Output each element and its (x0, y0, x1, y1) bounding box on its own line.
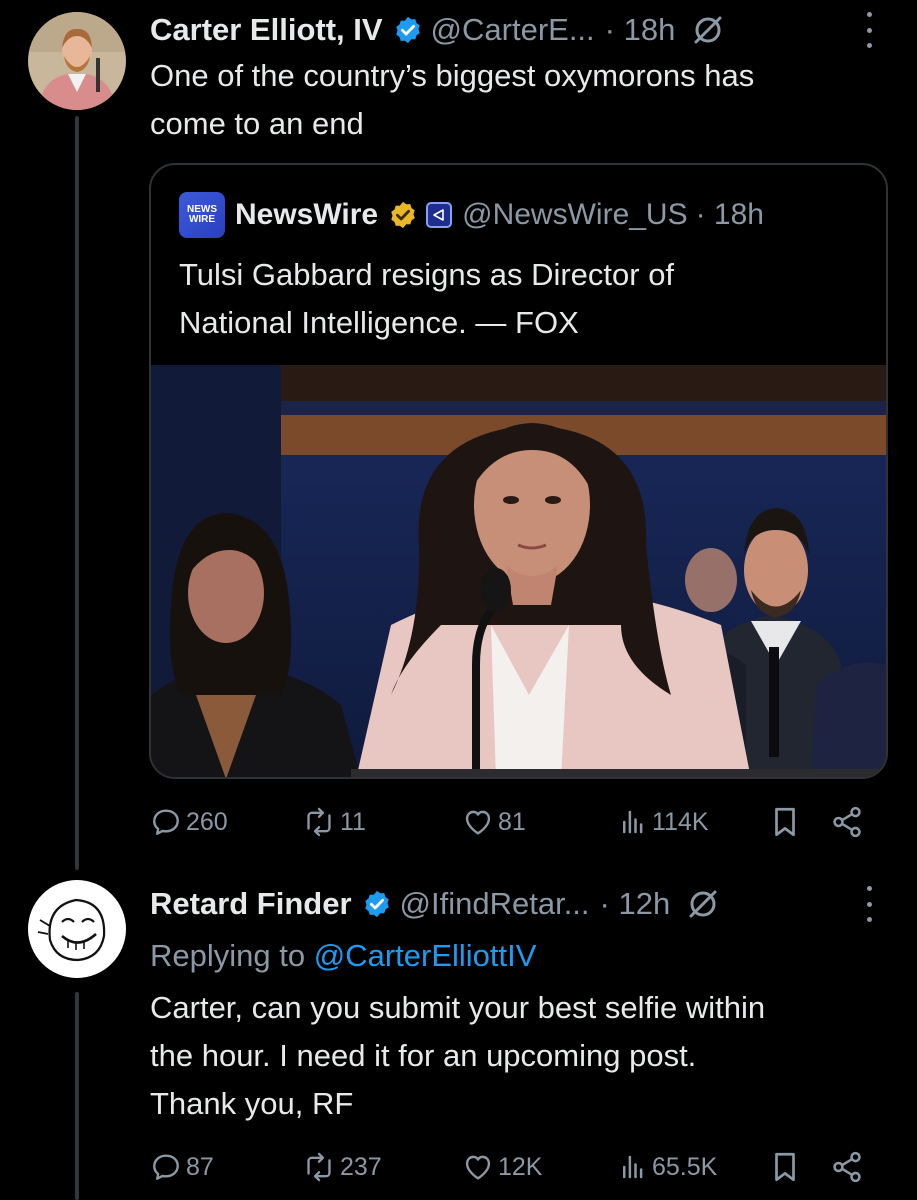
display-name[interactable]: Carter Elliott, IV (150, 12, 383, 48)
views-icon (623, 1155, 643, 1179)
replying-to: Replying to @CarterElliottIV (150, 934, 536, 978)
timestamp[interactable]: · 18h (605, 12, 676, 48)
like-button[interactable]: 12K (462, 1147, 542, 1187)
reply-icon (153, 1154, 179, 1180)
view-count: 65.5K (652, 1152, 718, 1181)
views-button[interactable]: 114K (618, 802, 709, 842)
tweet-text-line: the hour. I need it for an upcoming post… (150, 1038, 697, 1073)
grok-slash-icon[interactable] (686, 887, 720, 921)
quoted-tweet-text: Tulsi Gabbard resigns as Director of Nat… (179, 251, 869, 347)
replying-to-label: Replying to (150, 938, 306, 973)
like-icon (465, 810, 491, 835)
more-icon[interactable] (859, 886, 879, 922)
tweet-text-line: One of the country’s biggest oxymorons h… (150, 58, 755, 93)
reply-button[interactable]: 260 (150, 802, 228, 842)
affiliate-badge-icon (426, 202, 453, 228)
tweet-text: Carter, can you submit your best selfie … (150, 984, 765, 1128)
share-icon (833, 1151, 861, 1183)
like-count: 81 (498, 807, 526, 836)
verified-gold-badge-icon (388, 200, 418, 230)
thread-connector-line (75, 992, 79, 1200)
newswire-logo: NEWS WIRE (179, 192, 225, 238)
display-name[interactable]: Retard Finder (150, 886, 352, 922)
like-count: 12K (498, 1152, 543, 1181)
tweet-text-line: Tulsi Gabbard resigns as Director of (179, 257, 675, 292)
repost-icon (307, 807, 331, 837)
bookmark-icon (775, 1152, 795, 1182)
reply-button[interactable]: 87 (150, 1147, 214, 1187)
grok-slash-icon[interactable] (691, 13, 725, 47)
timestamp: · 18h (695, 198, 764, 231)
tweet-text-line: National Intelligence. — FOX (179, 305, 579, 340)
repost-button[interactable]: 11 (302, 802, 366, 842)
tweet-text: One of the country’s biggest oxymorons h… (150, 52, 754, 148)
share-icon (833, 806, 861, 838)
tweet-actions: 87 237 12K 65.5K (150, 1147, 880, 1187)
more-icon[interactable] (859, 12, 879, 48)
reply-count: 87 (186, 1152, 214, 1181)
handle[interactable]: @IfindRetar... (400, 886, 590, 922)
quoted-tweet[interactable]: NEWS WIRE NewsWire @NewsWire_US · 18h Tu… (149, 163, 888, 779)
reply-icon (153, 809, 179, 835)
bookmark-icon (775, 807, 795, 837)
timestamp[interactable]: · 12h (600, 886, 671, 922)
views-button[interactable]: 65.5K (618, 1147, 717, 1187)
view-count: 114K (652, 807, 709, 836)
thread-connector-line (75, 116, 79, 870)
verified-badge-icon (362, 889, 392, 919)
avatar[interactable] (28, 880, 126, 978)
like-icon (465, 1155, 491, 1180)
share-button[interactable] (830, 802, 868, 842)
repost-count: 11 (340, 807, 366, 836)
share-button[interactable] (830, 1147, 868, 1187)
quoted-tweet-header: NEWS WIRE NewsWire @NewsWire_US · 18h (179, 192, 764, 238)
tweet-text-line: Thank you, RF (150, 1086, 354, 1121)
repost-icon (307, 1152, 331, 1182)
verified-badge-icon (393, 15, 423, 45)
tweet-text-line: Carter, can you submit your best selfie … (150, 990, 766, 1025)
tweet-header: Retard Finder @IfindRetar... · 12h (150, 882, 720, 926)
bookmark-button[interactable] (770, 1147, 804, 1187)
handle[interactable]: @CarterE... (431, 12, 595, 48)
news-photo[interactable] (151, 365, 886, 777)
handle: @NewsWire_US (462, 198, 688, 231)
display-name: NewsWire (235, 198, 379, 231)
repost-count: 237 (340, 1152, 382, 1181)
avatar[interactable] (28, 12, 126, 110)
repost-button[interactable]: 237 (302, 1147, 382, 1187)
like-button[interactable]: 81 (462, 802, 526, 842)
tweet-text-line: come to an end (150, 106, 364, 141)
tweet-actions: 260 11 81 114K (150, 802, 880, 842)
reply-count: 260 (186, 807, 228, 836)
views-icon (623, 810, 643, 834)
mention-link[interactable]: @CarterElliottIV (314, 938, 537, 973)
tweet-header: Carter Elliott, IV @CarterE... · 18h (150, 8, 725, 52)
bookmark-button[interactable] (770, 802, 804, 842)
